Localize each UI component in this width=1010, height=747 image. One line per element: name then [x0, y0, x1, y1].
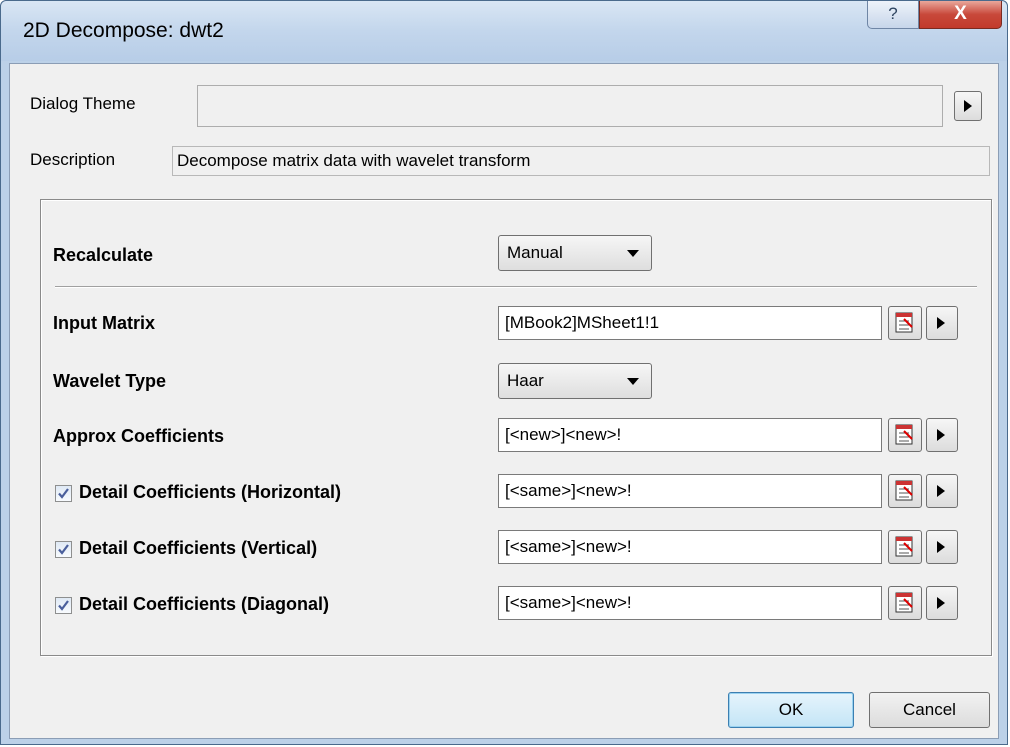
horizontal-menu-button[interactable] — [926, 474, 958, 508]
recalculate-dropdown[interactable]: Manual — [498, 235, 652, 271]
close-button[interactable]: X — [919, 1, 1002, 29]
right-arrow-icon — [937, 597, 945, 609]
help-button[interactable]: ? — [867, 1, 919, 29]
diagonal-select-button[interactable] — [888, 586, 922, 620]
vertical-checkbox[interactable] — [55, 541, 72, 558]
right-arrow-icon — [937, 429, 945, 441]
theme-menu-button[interactable] — [954, 91, 982, 121]
right-arrow-icon — [964, 100, 972, 112]
vertical-field[interactable]: [<same>]<new>! — [498, 530, 882, 564]
ok-button[interactable]: OK — [728, 692, 854, 728]
right-arrow-icon — [937, 541, 945, 553]
input-matrix-select-button[interactable] — [888, 306, 922, 340]
checkmark-icon — [58, 600, 69, 611]
checkmark-icon — [58, 544, 69, 555]
approx-coefficients-label: Approx Coefficients — [53, 426, 225, 446]
wavelet-type-dropdown[interactable]: Haar — [498, 363, 652, 399]
dialog-theme-combo[interactable] — [197, 85, 943, 127]
horizontal-select-button[interactable] — [888, 474, 922, 508]
dialog-window: 2D Decompose: dwt2 ? X Dialog Theme Desc… — [0, 0, 1008, 745]
approx-coefficients-field[interactable]: [<new>]<new>! — [498, 418, 882, 452]
window-title: 2D Decompose: dwt2 — [23, 19, 224, 42]
input-matrix-menu-button[interactable] — [926, 306, 958, 340]
vertical-menu-button[interactable] — [926, 530, 958, 564]
vertical-label: Detail Coefficients (Vertical) — [79, 538, 318, 558]
diagonal-checkbox[interactable] — [55, 597, 72, 614]
range-select-icon — [895, 536, 913, 557]
range-select-icon — [895, 480, 913, 501]
diagonal-menu-button[interactable] — [926, 586, 958, 620]
diagonal-field[interactable]: [<same>]<new>! — [498, 586, 882, 620]
cancel-button[interactable]: Cancel — [869, 692, 990, 728]
checkmark-icon — [58, 488, 69, 499]
description-label: Description — [30, 150, 116, 169]
horizontal-checkbox[interactable] — [55, 485, 72, 502]
approx-menu-button[interactable] — [926, 418, 958, 452]
approx-select-button[interactable] — [888, 418, 922, 452]
dialog-body: Dialog Theme Description Decompose matri… — [9, 63, 999, 739]
divider — [55, 286, 977, 288]
input-matrix-label: Input Matrix — [53, 313, 155, 333]
recalculate-label: Recalculate — [53, 245, 154, 265]
vertical-select-button[interactable] — [888, 530, 922, 564]
description-text: Decompose matrix data with wavelet trans… — [172, 146, 990, 176]
range-select-icon — [895, 592, 913, 613]
chevron-down-icon — [627, 250, 639, 257]
diagonal-label: Detail Coefficients (Diagonal) — [79, 594, 330, 614]
horizontal-field[interactable]: [<same>]<new>! — [498, 474, 882, 508]
horizontal-label: Detail Coefficients (Horizontal) — [79, 482, 342, 502]
title-bar[interactable]: 2D Decompose: dwt2 ? X — [1, 1, 1007, 61]
right-arrow-icon — [937, 317, 945, 329]
settings-panel: Recalculate Manual Input Matrix [MBook2]… — [40, 199, 992, 656]
dialog-theme-label: Dialog Theme — [30, 94, 136, 113]
range-select-icon — [895, 424, 913, 445]
chevron-down-icon — [627, 378, 639, 385]
right-arrow-icon — [937, 485, 945, 497]
range-select-icon — [895, 312, 913, 333]
input-matrix-field[interactable]: [MBook2]MSheet1!1 — [498, 306, 882, 340]
wavelet-type-label: Wavelet Type — [53, 371, 167, 391]
